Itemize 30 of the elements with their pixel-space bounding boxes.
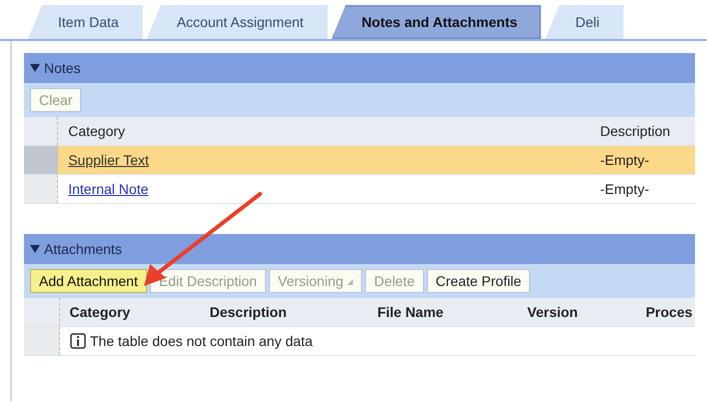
row-selector[interactable] <box>24 327 60 356</box>
collapse-icon[interactable] <box>30 64 40 72</box>
tab[interactable]: Account Assignment <box>146 5 328 39</box>
column-header[interactable]: Category <box>58 120 590 142</box>
tab[interactable]: Notes and Attachments <box>332 5 542 39</box>
table-cell-text: -Empty- <box>599 180 650 199</box>
category-link[interactable]: Internal Note <box>68 180 148 197</box>
column-header[interactable]: File Name <box>367 302 518 323</box>
column-header[interactable]: Category <box>60 302 200 323</box>
column-header[interactable]: Description <box>200 302 368 323</box>
row-selector[interactable] <box>24 175 58 204</box>
column-header[interactable]: Description <box>590 120 695 142</box>
table-row[interactable]: Internal Note -Empty- <box>24 175 695 204</box>
section-title: Attachments <box>44 240 122 259</box>
table-cell-text: -Empty- <box>599 150 650 170</box>
section-header[interactable]: Notes <box>24 53 695 83</box>
category-link[interactable]: Supplier Text <box>68 152 149 168</box>
row-selector[interactable] <box>24 146 58 174</box>
empty-message: The table does not contain any data <box>90 332 313 351</box>
table-row[interactable]: Supplier Text -Empty- <box>24 146 695 176</box>
tab[interactable]: Deli <box>545 5 624 39</box>
tab[interactable]: Item Data <box>28 5 143 39</box>
column-header[interactable]: Version <box>517 302 636 323</box>
toolbar-button[interactable]: Add Attachment <box>30 269 147 294</box>
info-icon <box>70 333 86 350</box>
section-title: Notes <box>44 58 81 78</box>
column-header[interactable]: Proces <box>636 302 695 323</box>
toolbar-button[interactable]: Create Profile <box>426 269 530 294</box>
section-header[interactable]: Attachments <box>24 234 695 264</box>
collapse-icon[interactable] <box>30 245 40 254</box>
